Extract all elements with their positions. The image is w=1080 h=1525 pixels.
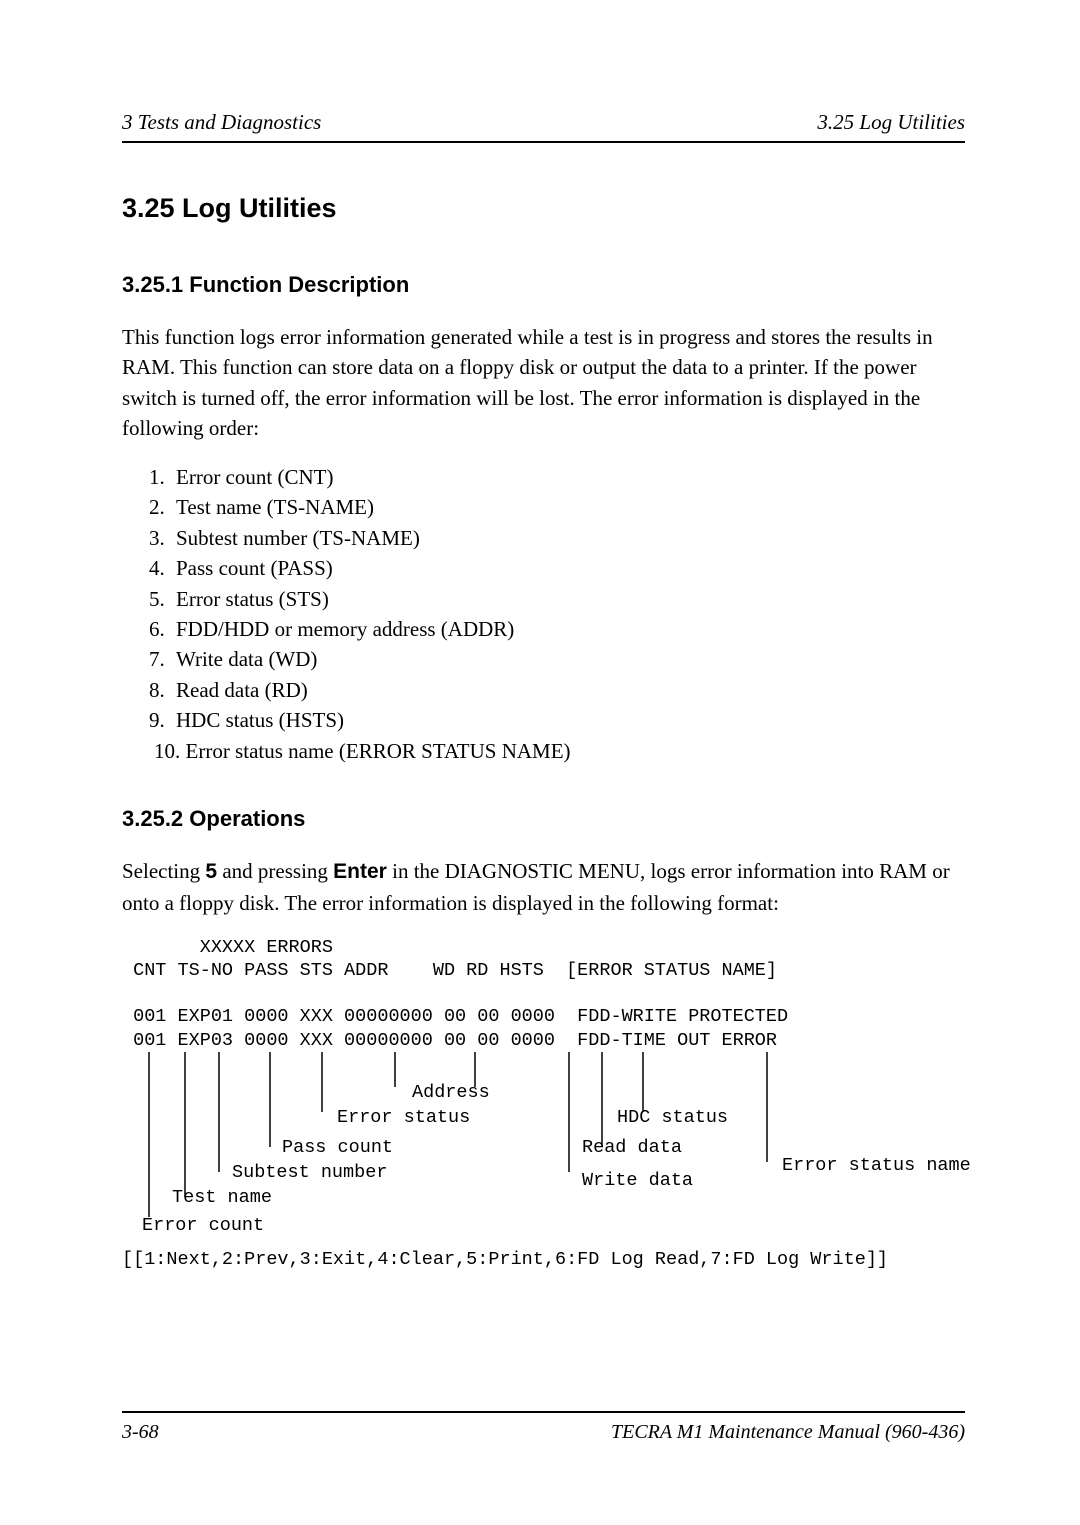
label-pass-count: Pass count [282,1137,393,1158]
label-read-data: Read data [582,1137,682,1158]
label-error-count: Error count [142,1215,264,1236]
label-error-status: Error status [337,1107,470,1128]
label-address: Address [412,1082,490,1103]
list-item-text: Error status name (ERROR STATUS NAME) [186,739,571,763]
header-left: 3 Tests and Diagnostics [122,110,321,135]
p-prefix: Selecting [122,859,205,883]
footer-left: 3-68 [122,1421,159,1444]
diagram-svg: Address Error status HDC status Pass cou… [122,1052,1002,1237]
diagram-mono-top: XXXXX ERRORS CNT TS-NO PASS STS ADDR WD … [122,936,965,1052]
list-item: Read data (RD) [170,675,965,705]
label-test-name: Test name [172,1187,272,1208]
subsection-title-1: 3.25.1 Function Description [122,272,965,298]
list-item: Write data (WD) [170,644,965,674]
list-item: FDD/HDD or memory address (ADDR) [170,614,965,644]
footer-right: TECRA M1 Maintenance Manual (960-436) [611,1421,965,1444]
list-item: Subtest number (TS-NAME) [170,523,965,553]
page: 3 Tests and Diagnostics 3.25 Log Utiliti… [0,0,1080,1504]
label-write-data: Write data [582,1170,693,1191]
label-error-status-name: Error status name [782,1155,971,1176]
list-item: Error status (STS) [170,584,965,614]
error-info-list: Error count (CNT) Test name (TS-NAME) Su… [122,462,965,766]
label-hdc-status: HDC status [617,1107,728,1128]
list-item: Test name (TS-NAME) [170,492,965,522]
operations-paragraph: Selecting 5 and pressing Enter in the DI… [122,856,965,918]
subsection-title-2: 3.25.2 Operations [122,806,965,832]
page-header: 3 Tests and Diagnostics 3.25 Log Utiliti… [122,110,965,143]
header-right: 3.25 Log Utilities [817,110,965,135]
list-item: 10. Error status name (ERROR STATUS NAME… [148,736,965,766]
key-5: 5 [205,860,217,883]
page-footer: 3-68 TECRA M1 Maintenance Manual (960-43… [122,1411,965,1444]
p-mid: and pressing [217,859,333,883]
key-enter: Enter [333,860,387,883]
list-item: Error count (CNT) [170,462,965,492]
list-item: HDC status (HSTS) [170,705,965,735]
list-item: Pass count (PASS) [170,553,965,583]
label-subtest-number: Subtest number [232,1162,387,1183]
function-description-paragraph: This function logs error information gen… [122,322,965,444]
error-format-diagram: XXXXX ERRORS CNT TS-NO PASS STS ADDR WD … [122,936,965,1271]
diagram-mono-bottom: [[1:Next,2:Prev,3:Exit,4:Clear,5:Print,6… [122,1248,965,1271]
section-title: 3.25 Log Utilities [122,193,965,224]
